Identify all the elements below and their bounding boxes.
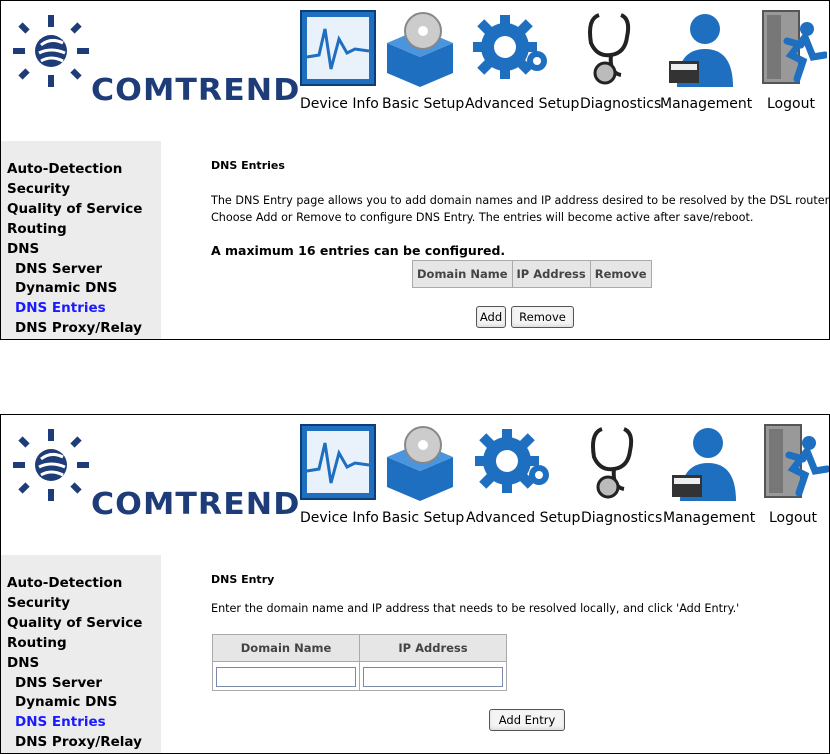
nav-label-device-info: Device Info [300,96,379,112]
logo-mark-icon [13,429,89,501]
sidebar-item-quality-of-service[interactable]: Quality of Service [7,201,142,217]
nav-label-advanced-setup: Advanced Setup [465,96,580,112]
add-entry-button[interactable]: Add Entry [489,709,565,731]
sidebar-item-dynamic-dns[interactable]: Dynamic DNS [15,694,117,710]
sidebar-item-routing[interactable]: Routing [7,635,67,651]
management-icon [672,428,736,501]
nav-label-management: Management [663,510,756,526]
header: COMTREND Device Info Basic Setup Advance… [1,415,829,555]
add-button[interactable]: Add [476,306,506,328]
page-description-2: Choose Add or Remove to configure DNS En… [211,211,754,224]
screenshot-dns-entries: COMTREND Device Info Basic Setup Advance… [0,0,830,340]
device-info-icon [300,10,376,86]
sidebar-item-dns-server[interactable]: DNS Server [15,261,102,277]
nav-label-diagnostics: Diagnostics [581,510,663,526]
basic-setup-icon [387,426,453,501]
sidebar-item-routing[interactable]: Routing [7,221,67,237]
sidebar-item-security[interactable]: Security [7,181,70,197]
nav-label-diagnostics: Diagnostics [580,96,662,112]
sidebar: Auto-Detection Security Quality of Servi… [1,555,161,753]
logout-icon [762,10,827,84]
brand-name: COMTREND [91,487,301,522]
table-header-row: Domain Name IP Address Remove [412,260,652,288]
nav-label-logout: Logout [769,510,817,526]
dns-entry-form-table: Domain Name IP Address [212,634,507,691]
basic-setup-icon [387,12,453,87]
sidebar-item-dns-proxy-relay[interactable]: DNS Proxy/Relay [15,734,142,750]
device-info-icon [300,424,376,500]
table-header-row: Domain Name IP Address [212,634,507,662]
main-content: DNS Entries The DNS Entry page allows yo… [161,141,829,339]
nav-label-management: Management [660,96,753,112]
nav-label-basic-setup: Basic Setup [382,96,465,112]
logo-mark-icon [13,15,89,87]
page-description: Enter the domain name and IP address tha… [211,602,740,615]
ip-address-input[interactable] [363,667,503,687]
sidebar-item-dynamic-dns[interactable]: Dynamic DNS [15,280,117,296]
domain-name-input[interactable] [216,667,356,687]
column-header-domain-name: Domain Name [212,634,360,662]
domain-name-cell [212,661,360,691]
table-row [212,661,507,691]
sidebar-item-dns-entries[interactable]: DNS Entries [15,714,106,730]
column-header-ip-address: IP Address [511,260,591,288]
advanced-setup-icon [475,429,549,493]
page-description-1: The DNS Entry page allows you to add dom… [211,194,830,207]
page-title: DNS Entries [211,159,285,172]
page-title: DNS Entry [211,573,275,586]
sidebar: Auto-Detection Security Quality of Servi… [1,141,161,339]
sidebar-item-auto-detection[interactable]: Auto-Detection [7,161,122,177]
column-header-remove: Remove [589,260,652,288]
nav-label-basic-setup: Basic Setup [382,510,465,526]
column-header-domain-name: Domain Name [412,260,513,288]
sidebar-item-auto-detection[interactable]: Auto-Detection [7,575,122,591]
main-content: DNS Entry Enter the domain name and IP a… [161,555,829,753]
stethoscope-icon [588,13,631,85]
stethoscope-icon [591,427,634,499]
remove-button[interactable]: Remove [511,306,574,328]
comtrend-logo: COMTREND [11,427,299,537]
sidebar-item-dns-proxy-relay[interactable]: DNS Proxy/Relay [15,320,142,336]
screenshot-dns-entry: COMTREND Device Info Basic Setup Advance… [0,414,830,754]
brand-name: COMTREND [91,73,301,108]
logout-icon [764,424,829,498]
ip-address-cell [359,661,507,691]
sidebar-item-dns[interactable]: DNS [7,655,39,671]
nav-label-logout: Logout [767,96,815,112]
sidebar-item-security[interactable]: Security [7,595,70,611]
sidebar-item-dns-server[interactable]: DNS Server [15,675,102,691]
sidebar-item-dns[interactable]: DNS [7,241,39,257]
dns-entries-table: Domain Name IP Address Remove [412,260,652,288]
nav-label-device-info: Device Info [300,510,379,526]
sidebar-item-quality-of-service[interactable]: Quality of Service [7,615,142,631]
comtrend-logo: COMTREND [11,13,299,123]
max-entries-note: A maximum 16 entries can be configured. [211,243,506,258]
sidebar-item-dns-entries[interactable]: DNS Entries [15,300,106,316]
header: COMTREND Device Info Basic Setup Advance… [1,1,829,141]
nav-label-advanced-setup: Advanced Setup [466,510,581,526]
management-icon [669,14,733,87]
column-header-ip-address: IP Address [359,634,507,662]
advanced-setup-icon [473,15,547,79]
